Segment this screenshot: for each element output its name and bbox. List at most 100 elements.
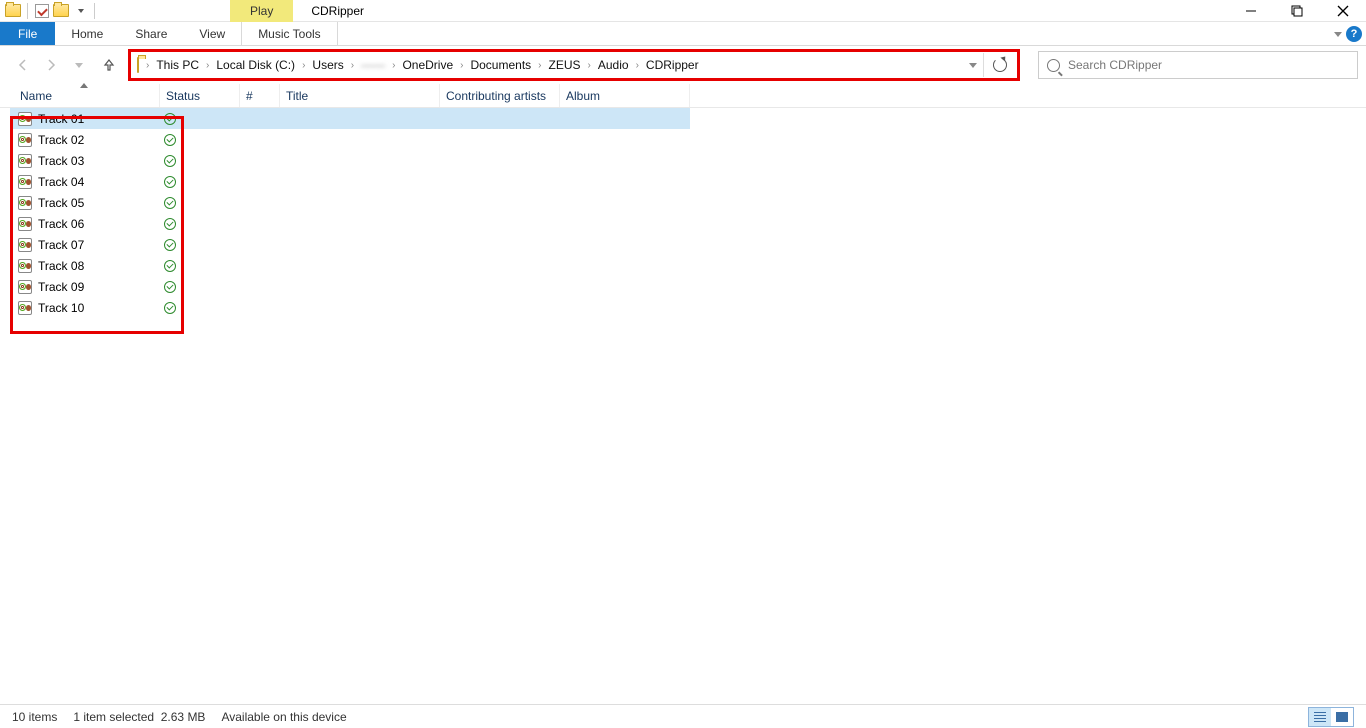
file-row[interactable]: Track 06 [10, 213, 690, 234]
file-name-label: Track 05 [38, 196, 84, 210]
tab-share[interactable]: Share [119, 22, 183, 45]
audio-file-icon [18, 175, 32, 189]
new-folder-icon[interactable] [52, 2, 70, 20]
breadcrumb-segment[interactable]: CDRipper [642, 58, 703, 72]
breadcrumb[interactable]: ›This PC›Local Disk (C:)›Users›——›OneDri… [143, 52, 963, 78]
file-row[interactable]: Track 10 [10, 297, 690, 318]
tab-home[interactable]: Home [55, 22, 119, 45]
sort-ascending-icon [80, 83, 88, 88]
file-name-cell: Track 09 [10, 280, 180, 294]
breadcrumb-segment[interactable]: ZEUS [545, 58, 585, 72]
audio-file-icon [18, 259, 32, 273]
file-name-cell: Track 01 [10, 112, 180, 126]
chevron-right-icon: › [299, 60, 308, 71]
audio-file-icon [18, 154, 32, 168]
column-contributing-artists[interactable]: Contributing artists [440, 84, 560, 107]
audio-file-icon [18, 196, 32, 210]
status-item-count: 10 items [12, 710, 57, 724]
sync-available-icon [164, 197, 176, 209]
file-name-cell: Track 07 [10, 238, 180, 252]
chevron-right-icon: › [389, 60, 398, 71]
column-track-number[interactable]: # [240, 84, 280, 107]
breadcrumb-segment[interactable]: This PC [152, 58, 203, 72]
navigation-bar: ›This PC›Local Disk (C:)›Users›——›OneDri… [0, 46, 1366, 84]
file-name-label: Track 06 [38, 217, 84, 231]
file-row[interactable]: Track 08 [10, 255, 690, 276]
file-name-cell: Track 04 [10, 175, 180, 189]
status-selection: 1 item selected 2.63 MB [73, 710, 205, 724]
file-row[interactable]: Track 02 [10, 129, 690, 150]
audio-file-icon [18, 280, 32, 294]
details-view-icon [1314, 712, 1326, 722]
close-button[interactable] [1320, 0, 1366, 22]
tab-file[interactable]: File [0, 22, 55, 45]
audio-file-icon [18, 112, 32, 126]
breadcrumb-segment[interactable]: Local Disk (C:) [212, 58, 299, 72]
file-name-label: Track 04 [38, 175, 84, 189]
view-details-button[interactable] [1309, 708, 1331, 726]
file-row[interactable]: Track 05 [10, 192, 690, 213]
search-input[interactable]: Search CDRipper [1038, 51, 1358, 79]
breadcrumb-segment[interactable]: Audio [594, 58, 633, 72]
column-album[interactable]: Album [560, 84, 690, 107]
folder-icon [137, 58, 139, 72]
file-row[interactable]: Track 07 [10, 234, 690, 255]
forward-button[interactable] [38, 51, 64, 79]
file-row[interactable]: Track 04 [10, 171, 690, 192]
recent-dropdown[interactable] [66, 51, 92, 79]
context-tab-play[interactable]: Play [230, 0, 293, 22]
status-bar: 10 items 1 item selected 2.63 MB Availab… [0, 704, 1366, 728]
audio-file-icon [18, 217, 32, 231]
window-title: CDRipper [311, 4, 364, 18]
breadcrumb-segment[interactable]: Documents [466, 58, 535, 72]
up-button[interactable] [96, 51, 122, 79]
audio-file-icon [18, 238, 32, 252]
address-history-dropdown[interactable] [963, 63, 983, 68]
large-icons-view-icon [1336, 712, 1348, 722]
column-title[interactable]: Title [280, 84, 440, 107]
chevron-right-icon: › [203, 60, 212, 71]
file-name-label: Track 01 [38, 112, 84, 126]
sync-available-icon [164, 218, 176, 230]
sync-available-icon [164, 239, 176, 251]
breadcrumb-segment[interactable]: —— [357, 58, 389, 72]
view-toggle [1308, 707, 1354, 727]
minimize-button[interactable] [1228, 0, 1274, 22]
file-name-cell: Track 06 [10, 217, 180, 231]
sync-available-icon [164, 155, 176, 167]
ribbon-expand-icon[interactable] [1334, 32, 1342, 37]
quick-access-dropdown[interactable] [71, 2, 89, 20]
status-availability: Available on this device [221, 710, 346, 724]
file-list: Track 01 Track 02 Track 03 Track 04 Track 05… [0, 108, 1366, 318]
chevron-right-icon: › [457, 60, 466, 71]
back-button[interactable] [10, 51, 36, 79]
view-large-button[interactable] [1331, 708, 1353, 726]
breadcrumb-segment[interactable]: OneDrive [398, 58, 457, 72]
title-bar: Play CDRipper [0, 0, 1366, 22]
file-name-label: Track 07 [38, 238, 84, 252]
sync-available-icon [164, 281, 176, 293]
sync-available-icon [164, 113, 176, 125]
file-row[interactable]: Track 03 [10, 150, 690, 171]
column-status[interactable]: Status [160, 84, 240, 107]
breadcrumb-segment[interactable]: Users [308, 58, 347, 72]
chevron-right-icon: › [633, 60, 642, 71]
help-icon[interactable]: ? [1346, 26, 1362, 42]
refresh-button[interactable] [983, 53, 1015, 77]
file-name-label: Track 02 [38, 133, 84, 147]
maximize-button[interactable] [1274, 0, 1320, 22]
sync-available-icon [164, 176, 176, 188]
audio-file-icon [18, 301, 32, 315]
file-row[interactable]: Track 01 [10, 108, 690, 129]
tab-view[interactable]: View [183, 22, 241, 45]
chevron-right-icon: › [535, 60, 544, 71]
tab-music-tools[interactable]: Music Tools [241, 22, 337, 45]
ribbon-tabs: File Home Share View Music Tools ? [0, 22, 1366, 46]
address-bar[interactable]: ›This PC›Local Disk (C:)›Users›——›OneDri… [128, 49, 1020, 81]
file-name-cell: Track 05 [10, 196, 180, 210]
file-row[interactable]: Track 09 [10, 276, 690, 297]
column-name[interactable]: Name [14, 84, 160, 107]
file-name-label: Track 10 [38, 301, 84, 315]
properties-icon[interactable] [33, 2, 51, 20]
search-placeholder: Search CDRipper [1068, 58, 1162, 72]
